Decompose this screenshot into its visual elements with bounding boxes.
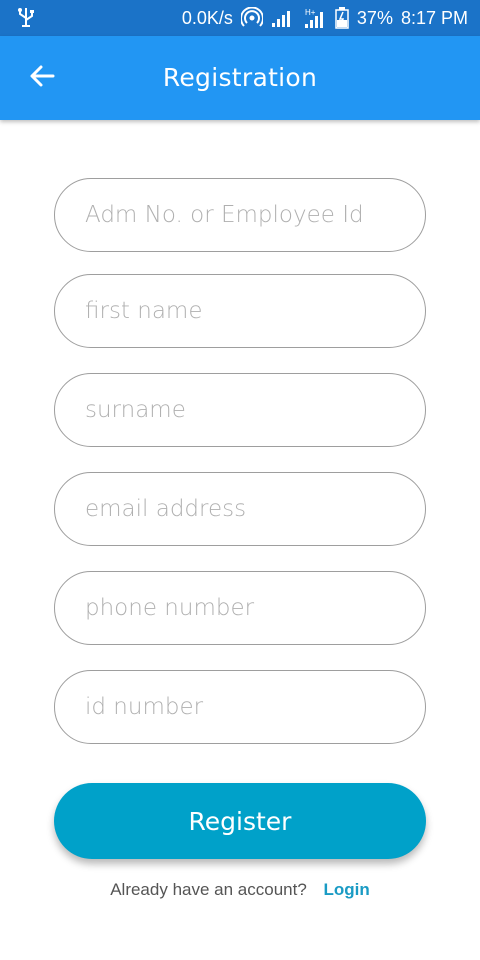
login-prompt-row: Already have an account? Login [0,880,480,900]
net-speed: 0.0K/s [181,7,233,28]
adm-number-input[interactable] [54,178,426,252]
battery-percent: 37% [356,7,393,28]
status-indicators: 0.0K/s H+ 37% 8:17 PM [182,0,468,36]
signal-icon [271,8,295,28]
surname-input[interactable] [54,373,426,447]
battery-icon [335,7,349,29]
usb-icon [14,6,38,30]
status-bar: 0.0K/s H+ 37% 8:17 PM [0,0,480,36]
first-name-input[interactable] [54,274,426,348]
email-input[interactable] [54,472,426,546]
signal-h-plus-icon: H+ [303,7,327,29]
app-bar: Registration [0,36,480,120]
svg-text:H+: H+ [305,8,316,17]
login-prompt-text: Already have an account? [110,880,307,899]
page-title: Registration [162,63,318,92]
id-number-input[interactable] [54,670,426,744]
clock: 8:17 PM [400,7,468,28]
phone-input[interactable] [54,571,426,645]
login-link[interactable]: Login [324,880,370,899]
hotspot-icon [240,7,263,29]
register-button[interactable]: Register [54,783,426,859]
